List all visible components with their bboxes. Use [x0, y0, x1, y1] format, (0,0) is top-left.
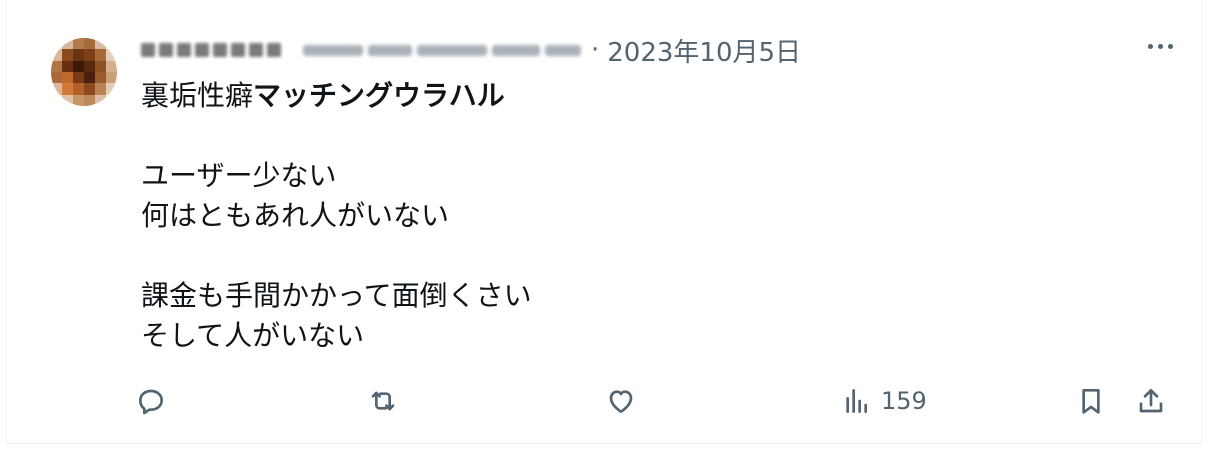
avatar[interactable]	[51, 38, 117, 106]
post-card[interactable]: · 2023年10月5日 裏垢性癖マッチングウラハル ユーザー少ない 何はともあ…	[6, 0, 1202, 444]
like-button[interactable]	[605, 378, 637, 424]
author-handle[interactable]	[303, 44, 581, 56]
author-name[interactable]	[141, 43, 281, 57]
reply-button[interactable]	[135, 378, 167, 424]
post-title-line: 裏垢性癖マッチングウラハル	[141, 76, 532, 116]
post-text-line: ユーザー少ない	[141, 159, 337, 192]
post-title-regular: 裏垢性癖	[141, 79, 254, 112]
views-count: 159	[881, 387, 927, 415]
post-date[interactable]: 2023年10月5日	[607, 32, 801, 69]
post-text-line: 課金も手間かかって面倒くさい	[141, 279, 532, 312]
post-text-line: そして人がいない	[141, 319, 365, 352]
repost-button[interactable]	[367, 378, 399, 424]
post-text-line: 何はともあれ人がいない	[141, 199, 450, 232]
share-icon	[1139, 389, 1163, 413]
action-bar: 159	[7, 378, 1201, 424]
views-button[interactable]: 159	[841, 378, 927, 424]
repost-icon	[371, 391, 395, 411]
reply-icon	[139, 389, 163, 415]
header-separator: ·	[591, 35, 600, 65]
post-header: · 2023年10月5日	[141, 32, 801, 68]
bar-chart-icon	[846, 389, 867, 413]
share-button[interactable]	[1135, 378, 1167, 424]
bookmark-icon	[1082, 389, 1100, 414]
bookmark-button[interactable]	[1075, 378, 1107, 424]
more-icon[interactable]	[1148, 44, 1173, 49]
post-text: 裏垢性癖マッチングウラハル ユーザー少ない 何はともあれ人がいない 課金も手間か…	[141, 76, 532, 356]
post-title-bold: マッチングウラハル	[253, 79, 505, 112]
heart-icon	[609, 390, 633, 413]
